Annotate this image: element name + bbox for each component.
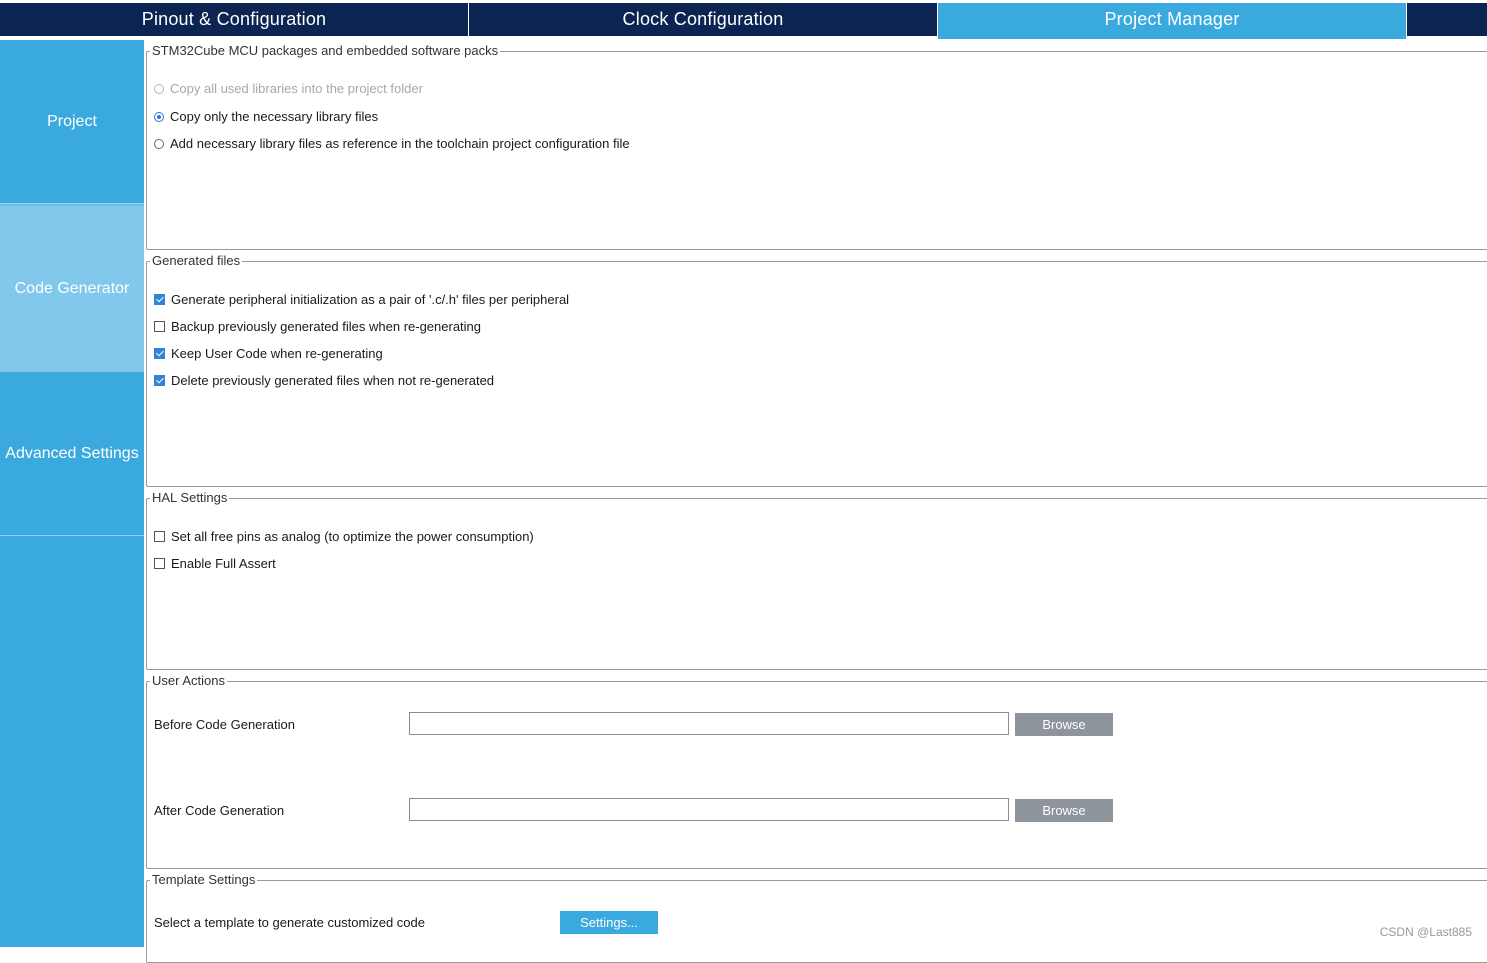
checkbox-checked[interactable]: [154, 348, 165, 359]
tab-clock-configuration[interactable]: Clock Configuration: [469, 3, 938, 36]
option-label: Copy all used libraries into the project…: [170, 81, 423, 96]
option-label: Enable Full Assert: [171, 556, 276, 571]
template-settings-group: Template Settings Select a template to g…: [146, 873, 1487, 963]
option-delete-not-regenerated[interactable]: Delete previously generated files when n…: [154, 373, 494, 388]
option-label: Add necessary library files as reference…: [170, 136, 630, 151]
generated-files-group-title: Generated files: [152, 253, 241, 268]
tab-project-manager[interactable]: Project Manager: [938, 3, 1407, 39]
checkbox-checked[interactable]: [154, 294, 165, 305]
option-add-as-reference[interactable]: Add necessary library files as reference…: [154, 136, 630, 151]
before-code-generation-input[interactable]: [409, 712, 1009, 735]
hal-settings-group: HAL Settings Set all free pins as analog…: [146, 491, 1487, 670]
packs-group: STM32Cube MCU packages and embedded soft…: [146, 44, 1487, 250]
option-copy-necessary-files[interactable]: Copy only the necessary library files: [154, 109, 378, 124]
checkbox[interactable]: [154, 531, 165, 542]
checkbox-checked[interactable]: [154, 375, 165, 386]
option-generate-peripheral-pairs[interactable]: Generate peripheral initialization as a …: [154, 292, 569, 307]
option-label: Backup previously generated files when r…: [171, 319, 482, 334]
option-copy-all-libraries[interactable]: Copy all used libraries into the project…: [154, 81, 423, 96]
after-browse-button[interactable]: Browse: [1015, 799, 1113, 822]
generated-files-group: Generated files Generate peripheral init…: [146, 254, 1487, 487]
template-settings-label: Select a template to generate customized…: [154, 915, 425, 930]
packs-group-title: STM32Cube MCU packages and embedded soft…: [152, 43, 499, 58]
after-code-generation-label: After Code Generation: [154, 803, 285, 818]
sidebar: Project Code Generator Advanced Settings: [0, 40, 144, 947]
option-label: Delete previously generated files when n…: [171, 373, 495, 388]
sidebar-item-label: Code Generator: [14, 280, 130, 297]
radio-button-selected[interactable]: [154, 111, 164, 122]
after-code-generation-input[interactable]: [409, 798, 1009, 821]
sidebar-item-advanced-settings[interactable]: Advanced Settings: [0, 372, 144, 536]
option-keep-user-code[interactable]: Keep User Code when re-generating: [154, 346, 383, 361]
sidebar-item-project[interactable]: Project: [0, 40, 144, 204]
sidebar-item-code-generator[interactable]: Code Generator: [0, 206, 144, 372]
top-tab-bar: Pinout & Configuration Clock Configurati…: [0, 0, 1487, 40]
user-actions-group: User Actions Before Code Generation Brow…: [146, 674, 1487, 869]
sidebar-item-label: Advanced Settings: [5, 444, 139, 462]
hal-settings-group-title: HAL Settings: [152, 490, 228, 505]
option-label: Generate peripheral initialization as a …: [171, 292, 570, 307]
sidebar-item-label: Project: [47, 112, 97, 130]
before-browse-button[interactable]: Browse: [1015, 713, 1113, 736]
option-label: Set all free pins as analog (to optimize…: [171, 529, 534, 544]
user-actions-group-title: User Actions: [152, 673, 225, 688]
option-label: Keep User Code when re-generating: [171, 346, 383, 361]
template-settings-group-title: Template Settings: [152, 872, 256, 887]
option-label: Copy only the necessary library files: [170, 109, 379, 124]
tab-pinout-configuration[interactable]: Pinout & Configuration: [0, 3, 469, 36]
checkbox[interactable]: [154, 321, 165, 332]
radio-button[interactable]: [154, 138, 164, 149]
option-enable-full-assert[interactable]: Enable Full Assert: [154, 556, 276, 571]
option-backup-generated-files[interactable]: Backup previously generated files when r…: [154, 319, 481, 334]
watermark: CSDN @Last885: [1379, 925, 1472, 939]
template-settings-button[interactable]: Settings...: [560, 911, 658, 934]
before-code-generation-label: Before Code Generation: [154, 717, 295, 732]
checkbox[interactable]: [154, 558, 165, 569]
option-free-pins-analog[interactable]: Set all free pins as analog (to optimize…: [154, 529, 534, 544]
radio-button[interactable]: [154, 83, 164, 94]
code-generator-panel: STM32Cube MCU packages and embedded soft…: [146, 40, 1487, 963]
